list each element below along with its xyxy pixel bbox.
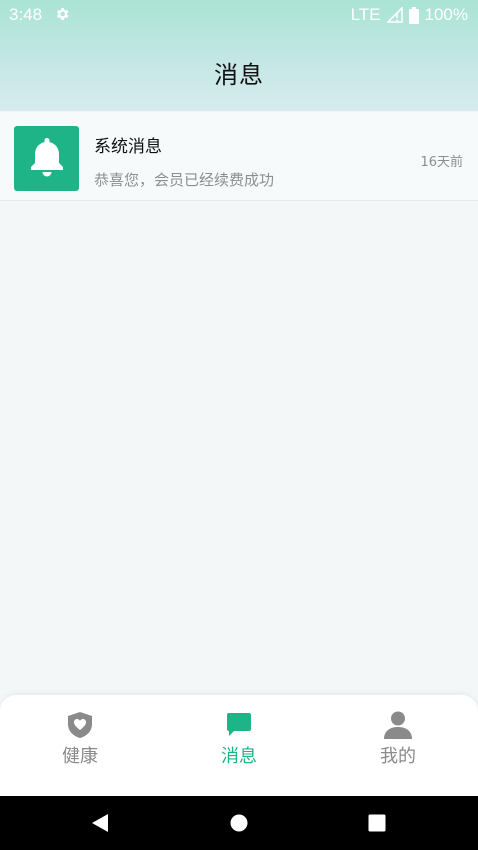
page-title: 消息 <box>214 61 264 89</box>
status-right: LTE 100% <box>351 5 468 25</box>
tab-label: 健康 <box>62 746 98 767</box>
tab-mine[interactable]: 我的 <box>338 711 458 768</box>
tab-health[interactable]: 健康 <box>20 711 140 768</box>
battery-icon <box>408 6 419 24</box>
message-subtitle: 恭喜您，会员已经续费成功 <box>94 171 275 189</box>
message-time: 16天前 <box>420 155 463 170</box>
status-bar: 3:48 LTE 100% <box>0 0 478 30</box>
message-title: 系统消息 <box>94 137 162 157</box>
message-icon-box <box>14 126 79 191</box>
tab-label: 我的 <box>380 746 416 767</box>
tab-label: 消息 <box>221 746 257 767</box>
heart-shield-icon <box>68 712 92 738</box>
bottom-tab-bar: 健康 消息 我的 <box>0 695 478 796</box>
signal-icon <box>386 7 403 23</box>
list-item[interactable]: 系统消息 恭喜您，会员已经续费成功 16天前 <box>0 112 478 201</box>
network-label: LTE <box>350 5 381 24</box>
status-time: 3:48 <box>9 5 43 24</box>
person-icon <box>384 711 412 739</box>
home-icon[interactable] <box>229 813 249 833</box>
tab-messages[interactable]: 消息 <box>179 711 299 768</box>
bell-icon <box>31 138 63 177</box>
chat-bubble-icon <box>227 713 251 736</box>
back-icon[interactable] <box>90 813 110 833</box>
battery-level: 100% <box>424 5 468 24</box>
recents-icon[interactable] <box>367 813 387 833</box>
header: 3:48 LTE 100% 消息 <box>0 0 478 111</box>
system-navigation-bar <box>0 796 478 850</box>
gear-icon <box>54 6 70 22</box>
